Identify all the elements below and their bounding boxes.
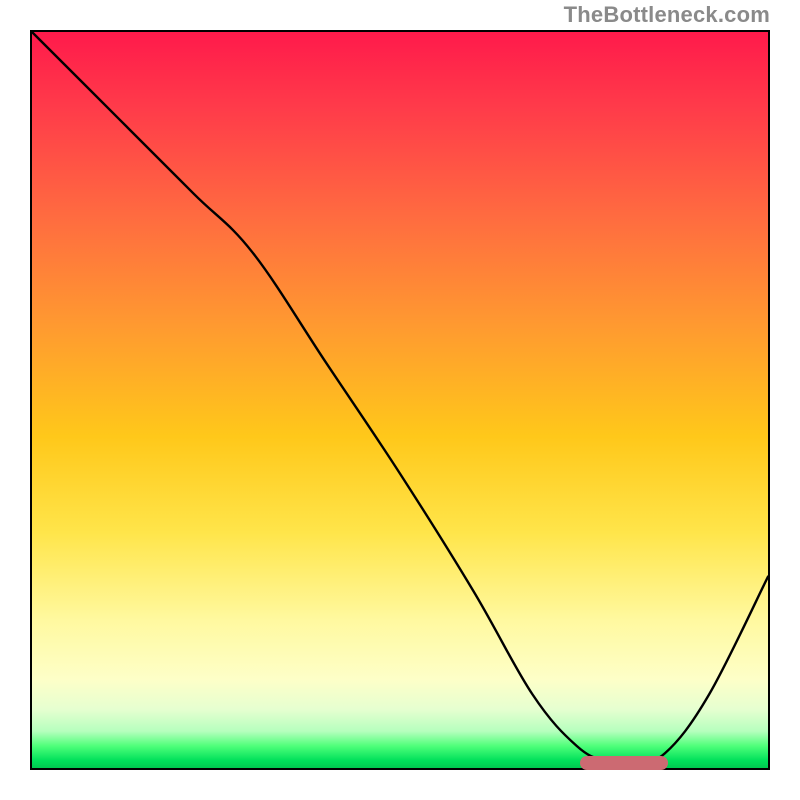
chart-stage: TheBottleneck.com <box>0 0 800 800</box>
optimal-range-marker <box>580 756 669 770</box>
attribution-label: TheBottleneck.com <box>564 2 770 28</box>
curve-path <box>32 32 768 762</box>
plot-area <box>30 30 770 770</box>
bottleneck-curve <box>32 32 768 768</box>
